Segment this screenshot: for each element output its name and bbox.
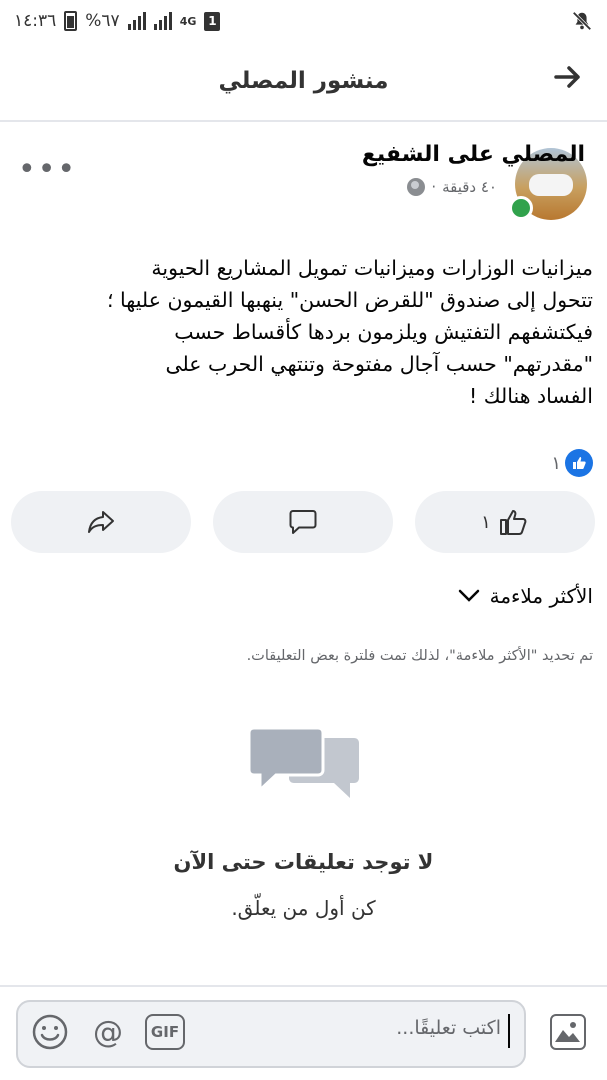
emoji-icon[interactable] <box>30 1014 70 1050</box>
post-meta: ٤٠ دقيقة · <box>407 178 497 196</box>
mute-icon <box>572 11 592 31</box>
battery-level: %٦٧ <box>85 11 120 31</box>
sort-label: الأكثر ملاءمة <box>489 584 593 608</box>
battery-icon <box>64 11 78 31</box>
chevron-down-icon <box>458 589 479 602</box>
like-count: ١ <box>481 511 491 533</box>
more-dots-icon[interactable]: ••• <box>18 155 77 185</box>
post-text: ميزانيات الوزارات وميزانيات تمويل المشار… <box>107 256 593 408</box>
text-cursor <box>508 1014 510 1048</box>
signal-icon <box>127 12 146 30</box>
post-time[interactable]: ٤٠ دقيقة <box>442 178 497 196</box>
empty-comments-icon <box>247 726 359 798</box>
mention-icon[interactable]: @ <box>89 1014 127 1050</box>
sim-icon: 1 <box>204 11 221 31</box>
gif-icon[interactable]: GIF <box>145 1014 185 1050</box>
thumbs-up-icon <box>499 510 527 535</box>
comment-placeholder[interactable]: اكتب تعليقًا... <box>396 1017 501 1039</box>
page-title: منشور المصلي <box>218 68 389 94</box>
post-author-name[interactable]: المصلي على الشفيع <box>362 142 585 167</box>
status-right <box>571 10 593 32</box>
network-type: 4G <box>179 14 197 28</box>
status-bar: ١٤:٣٦ %٦٧ 4G 1 <box>0 0 607 42</box>
like-button[interactable]: ١ <box>415 491 595 553</box>
reaction-summary[interactable]: ١ <box>551 449 593 477</box>
online-status-dot <box>509 196 533 220</box>
like-reaction-icon <box>565 449 593 477</box>
app-header: منشور المصلي <box>0 42 607 122</box>
arrow-right-icon[interactable] <box>553 62 583 99</box>
comment-bubble-icon <box>289 510 317 534</box>
reaction-count: ١ <box>551 452 561 474</box>
comment-sort-dropdown[interactable]: الأكثر ملاءمة <box>458 584 593 608</box>
filter-note: تم تحديد "الأكثر ملاءمة"، لذلك تمت فلترة… <box>246 648 593 664</box>
signal-icon-2 <box>153 12 172 30</box>
globe-icon <box>407 178 426 196</box>
share-button[interactable] <box>11 491 191 553</box>
empty-comments-title: لا توجد تعليقات حتى الآن <box>173 850 434 874</box>
meta-separator: · <box>431 178 437 196</box>
share-arrow-icon <box>88 511 114 533</box>
comment-button[interactable] <box>213 491 393 553</box>
status-left: ١٤:٣٦ %٦٧ 4G 1 <box>14 11 221 31</box>
photo-icon[interactable] <box>550 1014 586 1050</box>
empty-comments-subtitle: كن أول من يعلّق. <box>231 896 376 920</box>
status-time: ١٤:٣٦ <box>14 11 57 31</box>
